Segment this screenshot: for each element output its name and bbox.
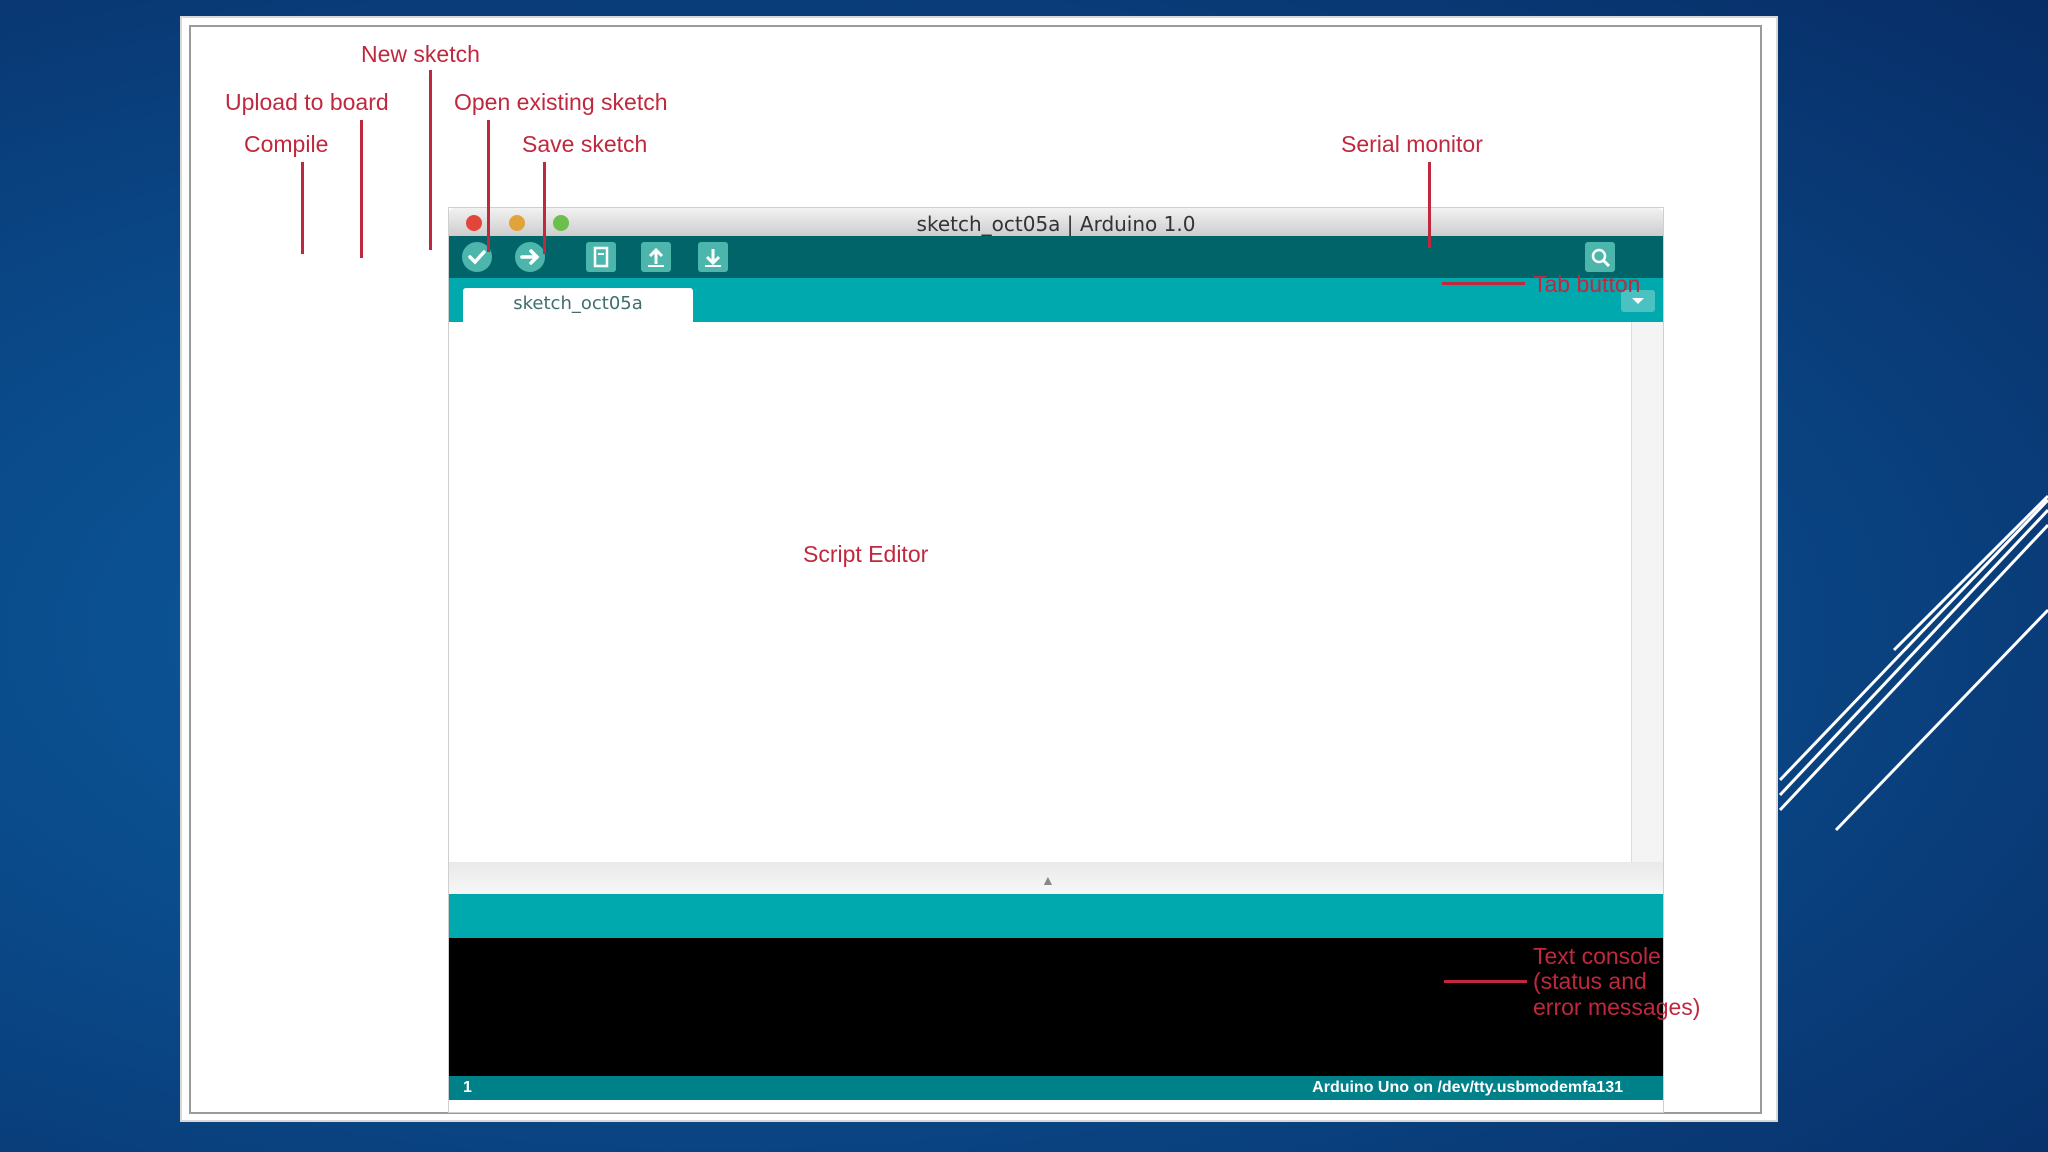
script-editor[interactable] [449, 322, 1631, 862]
arrow-down-icon [705, 249, 721, 267]
title-bar: sketch_oct05a | Arduino 1.0 [449, 208, 1663, 236]
save-sketch-button[interactable] [698, 242, 728, 272]
arduino-window: sketch_oct05a | Arduino 1.0 sketch_oct05… [449, 208, 1663, 1112]
slide: sketch_oct05a | Arduino 1.0 sketch_oct05… [180, 16, 1778, 1122]
status-strip [449, 894, 1663, 938]
pointer-open [487, 120, 490, 252]
magnifier-icon [1591, 248, 1611, 268]
annotation-save-sketch: Save sketch [522, 131, 648, 157]
text-console[interactable] [449, 938, 1663, 1076]
arrow-up-icon [648, 247, 664, 267]
arrow-right-icon [520, 249, 540, 265]
open-sketch-button[interactable] [641, 242, 671, 272]
line-number: 1 [463, 1079, 472, 1096]
tab-sketch[interactable]: sketch_oct05a [463, 288, 693, 322]
annotation-upload-to-board: Upload to board [225, 89, 389, 115]
serial-monitor-button[interactable] [1585, 242, 1615, 272]
pointer-text-console [1444, 980, 1527, 983]
divider-grip-icon: ▲ [1041, 872, 1055, 888]
annotation-text-console: Text console (status and error messages) [1533, 943, 1701, 1020]
board-port-status: Arduino Uno on /dev/tty.usbmodemfa131 [1312, 1079, 1623, 1096]
annotation-text-console-line3: error messages) [1533, 993, 1701, 1020]
pointer-serial [1428, 162, 1431, 248]
new-sketch-button[interactable] [586, 242, 616, 272]
pointer-compile [301, 162, 304, 254]
annotation-serial-monitor: Serial monitor [1341, 131, 1483, 157]
annotation-tab-button: Tab button [1533, 271, 1641, 297]
annotation-text-console-line2: (status and [1533, 968, 1647, 995]
annotation-text-console-line1: Text console [1533, 943, 1661, 969]
toolbar [449, 236, 1663, 278]
window-title: sketch_oct05a | Arduino 1.0 [916, 212, 1196, 236]
pointer-tab-button [1442, 282, 1525, 285]
annotation-script-editor: Script Editor [803, 541, 929, 567]
document-icon [593, 246, 609, 268]
pointer-save [543, 162, 546, 254]
footer-bar: 1 Arduino Uno on /dev/tty.usbmodemfa131 [449, 1076, 1663, 1100]
annotation-new-sketch: New sketch [361, 41, 480, 67]
annotation-open-existing-sketch: Open existing sketch [454, 89, 668, 115]
annotation-compile: Compile [244, 131, 329, 157]
pointer-new-sketch [429, 70, 432, 250]
pane-divider[interactable]: ▲ [449, 862, 1663, 894]
upload-button[interactable] [515, 242, 545, 272]
pointer-upload [360, 120, 363, 258]
editor-scrollbar[interactable] [1631, 322, 1663, 862]
